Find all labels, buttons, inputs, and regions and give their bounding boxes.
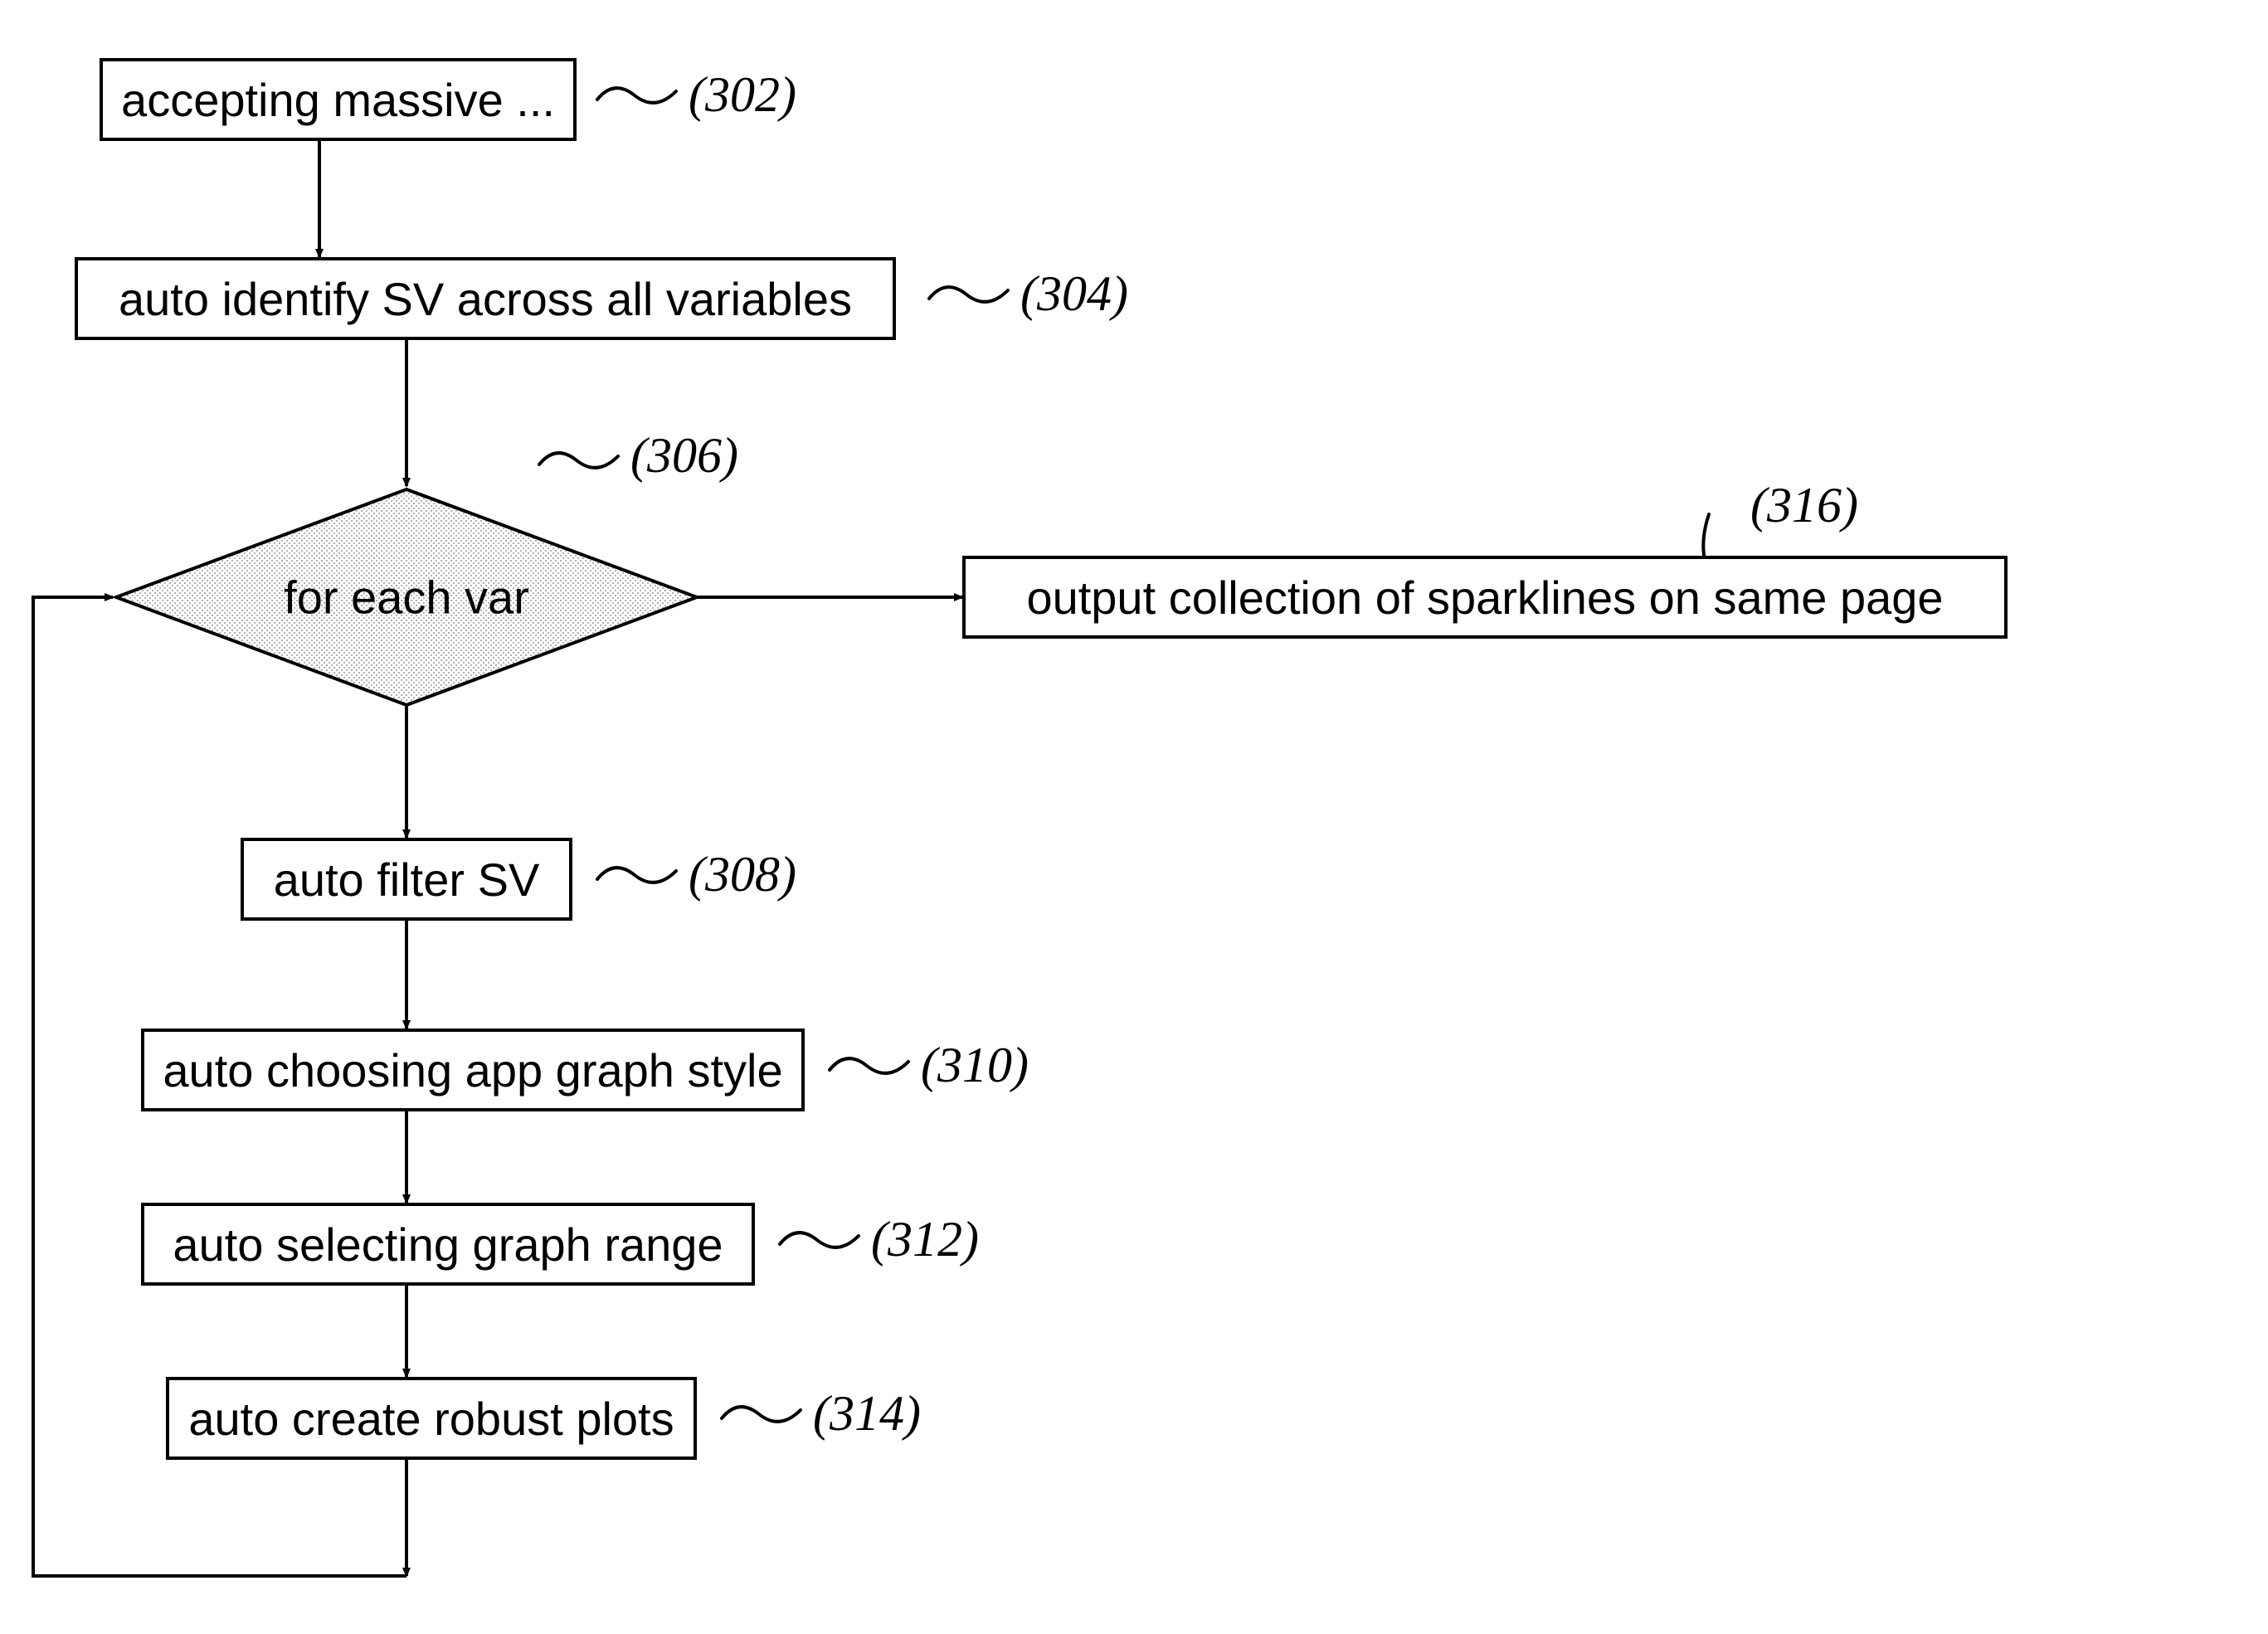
process-box-314: auto create robust plots bbox=[166, 1377, 697, 1460]
process-label: auto filter SV bbox=[274, 853, 540, 907]
process-label: auto create robust plots bbox=[188, 1392, 674, 1446]
ref-312: (312) bbox=[871, 1211, 979, 1268]
process-label: auto choosing app graph style bbox=[163, 1043, 782, 1097]
process-label: output collection of sparklines on same … bbox=[1026, 571, 1943, 625]
ref-306: (306) bbox=[630, 427, 738, 484]
process-box-304: auto identify SV across all variables bbox=[75, 257, 896, 340]
process-box-308: auto filter SV bbox=[241, 838, 572, 921]
ref-314: (314) bbox=[813, 1385, 921, 1442]
ref-304: (304) bbox=[1020, 265, 1128, 323]
ref-316: (316) bbox=[1750, 477, 1858, 534]
process-label: auto selecting graph range bbox=[173, 1218, 723, 1272]
process-label: accepting massive ... bbox=[121, 73, 555, 127]
process-box-312: auto selecting graph range bbox=[141, 1203, 755, 1286]
ref-308: (308) bbox=[689, 846, 796, 903]
process-box-310: auto choosing app graph style bbox=[141, 1029, 805, 1111]
process-box-302: accepting massive ... bbox=[100, 58, 577, 141]
flowchart-canvas: accepting massive ... (302) auto identif… bbox=[0, 0, 2268, 1634]
decision-label-306: for each var bbox=[284, 571, 529, 625]
process-label: auto identify SV across all variables bbox=[119, 272, 852, 326]
process-box-316: output collection of sparklines on same … bbox=[962, 556, 2008, 639]
ref-302: (302) bbox=[689, 66, 796, 124]
ref-310: (310) bbox=[921, 1037, 1029, 1094]
